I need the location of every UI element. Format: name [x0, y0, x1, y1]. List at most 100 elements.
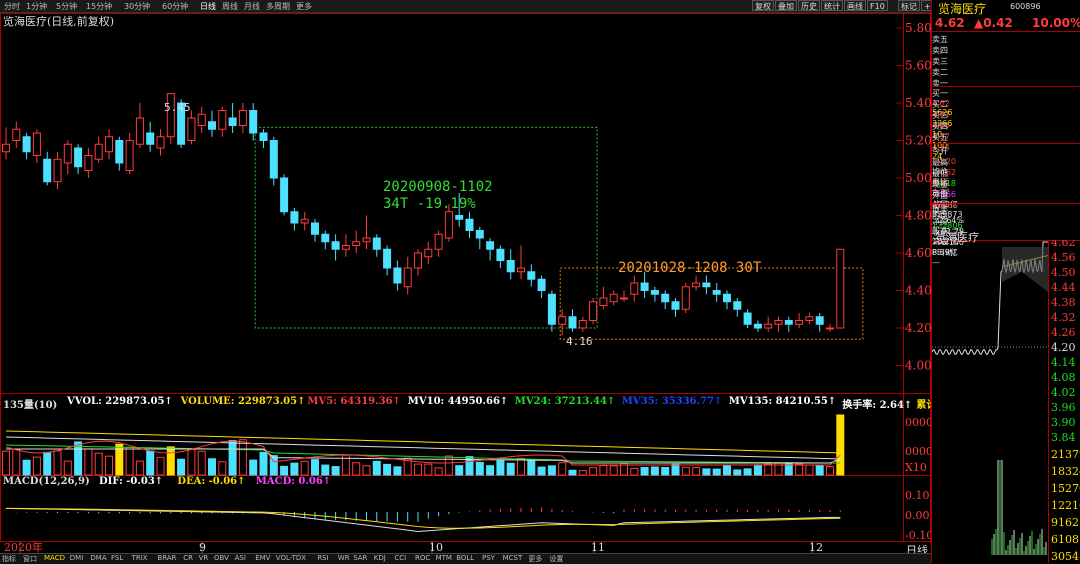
candle-body [537, 278, 546, 291]
volume-bar [300, 460, 309, 476]
candle-body [692, 282, 701, 288]
indicator-tab-6[interactable]: TRIX [132, 554, 148, 562]
intraday-volume-label: 3054 [1051, 550, 1079, 563]
intraday-axis-label: 4.50 [1051, 266, 1076, 279]
buy-row: 买一 4.62 5626 [932, 88, 1080, 117]
volume-bar [589, 467, 598, 476]
volume-unit-label: X10 [905, 461, 927, 474]
intraday-axis-label: 4.20 [1051, 341, 1076, 354]
volume-bar [568, 469, 577, 476]
indicator-tab-22[interactable]: PSY [482, 554, 495, 562]
volume-bar [331, 466, 340, 476]
indicator-tab-8[interactable]: CR [183, 554, 193, 562]
candle-body [465, 218, 474, 231]
kline-chart[interactable]: 5.80 5.60 5.40 5.20 5.00 4.80 4.60 4.40 4.20 4.00… [0, 0, 931, 553]
indicator-tab-16[interactable]: SAR [353, 554, 367, 562]
intraday-axis-label: 4.26 [1051, 326, 1076, 339]
candle-body [403, 267, 412, 288]
intraday-axis-label: 4.56 [1051, 251, 1076, 264]
candle-body [63, 143, 72, 164]
candle-body [187, 117, 196, 141]
macd-axis-label: 0.10 [905, 489, 930, 502]
separator [932, 86, 1080, 87]
volume-bar [125, 446, 134, 476]
volume-bar [671, 463, 680, 476]
macd-axis-label: -0.10 [905, 529, 931, 542]
price-change: ▲0.42 [974, 16, 1013, 30]
indicator-tab-21[interactable]: BOLL [456, 554, 474, 562]
candle-body [43, 158, 52, 183]
stock-name: 览海医疗 [938, 2, 987, 16]
volume-bar [723, 464, 731, 476]
candle-body [156, 136, 165, 149]
intraday-chart[interactable]: 4.62 4.56 4.50 4.44 4.38 4.32 4.26 4.20 4.14 4.08… [932, 240, 1080, 563]
indicator-tab-20[interactable]: MTM [436, 554, 452, 562]
stat-row: 最高 4.62 量比 9.77 [932, 157, 1080, 197]
candle-body [784, 320, 793, 325]
stat-row: 今开 4.20 均价 4.55 [932, 146, 1080, 186]
indicator-tab-3[interactable]: DMI [70, 554, 84, 562]
price-pct: 10.00% [1032, 16, 1080, 30]
macd-item-0: DIF: -0.03↑ [99, 476, 164, 487]
volume-bar [94, 452, 103, 476]
volume-bar [63, 460, 72, 476]
price-tick-label: 4.00 [905, 359, 931, 373]
low-label: 4.16 [566, 335, 593, 348]
price-tick-label: 5.40 [905, 96, 931, 110]
candle-body [681, 286, 690, 310]
volume-bar [177, 458, 186, 476]
volume-bar [599, 465, 608, 476]
candle-body [218, 110, 227, 130]
candle-body [826, 327, 834, 330]
volume-axis-label: 0000 [905, 416, 931, 429]
volume-bar [414, 463, 422, 476]
macd-item-2: MACD: 0.06↑ [255, 476, 332, 487]
macd-dea-line [5, 507, 841, 529]
stat-row: 外盘 96067 内盘 133806 [932, 190, 1080, 230]
candle-body [568, 316, 577, 329]
indicator-tab-2[interactable]: MACD [44, 554, 65, 562]
candle-body [197, 113, 206, 126]
separator [932, 203, 1080, 204]
indicator-tab-4[interactable]: DMA [90, 554, 106, 562]
candle-body [723, 293, 731, 303]
volume-bar [712, 468, 721, 476]
indicator-tab-10[interactable]: OBV [214, 554, 229, 562]
volume-bar [135, 460, 144, 476]
volume-bar [311, 459, 319, 476]
indicator-tab-19[interactable]: ROC [415, 554, 430, 562]
indicator-tab-13[interactable]: VOL-TDX [276, 554, 306, 562]
stat-label: 最高 [932, 158, 948, 167]
indicator-tab-9[interactable]: VR [199, 554, 209, 562]
candle-body [414, 252, 422, 269]
indicator-tab-7[interactable]: BRAR [157, 554, 176, 562]
volume-axis-label: 0000 [905, 445, 931, 458]
volume-bar [372, 460, 381, 476]
indicator-tab-18[interactable]: CCI [394, 554, 406, 562]
stat-label: 今开 [932, 147, 948, 156]
intraday-volume-label: 12216 [1051, 499, 1080, 512]
indicator-tab-14[interactable]: RSI [317, 554, 328, 562]
box2-label: 20201028-1208 30T [618, 260, 762, 276]
intraday-volume-label: 15270 [1051, 482, 1080, 495]
intraday-axis-label: 4.02 [1051, 386, 1076, 399]
indicator-tab-17[interactable]: KDJ [374, 554, 386, 562]
high-label: 5.45 [164, 101, 191, 114]
indicator-tab-5[interactable]: FSL [111, 554, 123, 562]
indicator-tab-15[interactable]: WR [338, 554, 350, 562]
candle-body [753, 323, 762, 329]
volume-bar [753, 464, 762, 476]
candle-body [558, 316, 567, 325]
indicator-tab-23[interactable]: MCST [503, 554, 523, 562]
volume-bar [558, 462, 567, 476]
candle-body [269, 140, 278, 179]
indicator-tab-12[interactable]: EMV [255, 554, 270, 562]
volume-bar [609, 465, 618, 476]
price-tick-label: 5.60 [905, 59, 931, 73]
indicator-tab-11[interactable]: ASI [235, 554, 246, 562]
candle-body [815, 316, 824, 325]
candle-body [578, 320, 587, 329]
candle-body [352, 241, 361, 246]
candle-body [125, 140, 134, 171]
chart-title: 览海医疗(日线,前复权) [3, 15, 115, 28]
